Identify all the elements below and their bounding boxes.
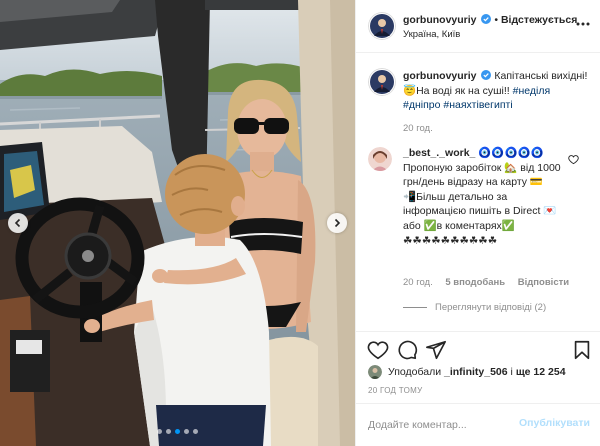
comment-input[interactable] bbox=[368, 415, 518, 435]
carousel-dot bbox=[157, 429, 162, 434]
heart-icon bbox=[367, 341, 389, 360]
comment-like-button[interactable] bbox=[568, 153, 579, 165]
post-header: gorbunovyuriy • Відстежується Україна, К… bbox=[356, 0, 600, 53]
liker-avatar[interactable] bbox=[368, 365, 382, 379]
reply-button[interactable]: Відповісти bbox=[518, 277, 569, 288]
more-dots-icon bbox=[576, 22, 590, 26]
comment-bubble-icon bbox=[398, 340, 418, 360]
carousel-dot bbox=[166, 429, 171, 434]
post-actions-bar bbox=[356, 331, 600, 366]
paper-plane-icon bbox=[426, 340, 446, 360]
carousel-indicator bbox=[0, 429, 355, 434]
bookmark-icon bbox=[574, 340, 590, 360]
chevron-left-icon bbox=[14, 218, 21, 228]
like-button[interactable] bbox=[367, 339, 389, 361]
publish-comment-button[interactable]: Опублікувати bbox=[519, 417, 590, 429]
comment-paragraph: Пропоную заробіток 🏡 від 1000 грн/день в… bbox=[403, 161, 561, 189]
liker-avatar-image bbox=[368, 365, 382, 379]
comment-likes-count[interactable]: 5 вподобань bbox=[445, 277, 505, 288]
commenter-avatar[interactable] bbox=[368, 147, 392, 171]
caption-timestamp: 20 год. bbox=[403, 123, 433, 134]
carousel-prev-button[interactable] bbox=[8, 213, 28, 233]
hashtag-link[interactable]: #дніпро bbox=[403, 99, 440, 111]
more-options-button[interactable] bbox=[574, 17, 592, 31]
carousel-dot bbox=[184, 429, 189, 434]
yacht-scene-image bbox=[0, 0, 355, 446]
likes-summary: Уподобали _infinity_506 і ще 12 254 bbox=[368, 365, 566, 379]
comment-timestamp: 20 год. bbox=[403, 277, 433, 288]
follow-status-button[interactable]: Відстежується bbox=[501, 14, 577, 26]
post-caption: gorbunovyuriy Капітанські вихідні! 😇На в… bbox=[403, 69, 588, 113]
comment-paragraph: 🧿🧿🧿🧿🧿 bbox=[478, 147, 544, 159]
verified-badge-icon bbox=[481, 14, 492, 24]
caption-username[interactable]: gorbunovyuriy bbox=[403, 70, 477, 82]
replies-divider bbox=[403, 307, 427, 308]
header-separator: • bbox=[494, 14, 499, 26]
instagram-post-view: gorbunovyuriy • Відстежується Україна, К… bbox=[0, 0, 600, 446]
post-side-panel: gorbunovyuriy • Відстежується Україна, К… bbox=[355, 0, 600, 446]
hashtag-link[interactable]: #наяхтівегипті bbox=[443, 99, 512, 111]
comment-paragraph: 📲Більш детально за інформацією пишіть в … bbox=[403, 190, 557, 232]
caption-author-avatar[interactable] bbox=[368, 68, 396, 96]
hashtag-link[interactable]: #неділя bbox=[513, 85, 551, 97]
comment-paragraph: ☘☘☘☘☘☘☘☘☘☘ bbox=[403, 234, 498, 247]
add-comment-form: Опублікувати bbox=[356, 403, 600, 446]
save-button[interactable] bbox=[571, 339, 593, 361]
author-avatar[interactable] bbox=[368, 12, 396, 40]
commenter-avatar-image bbox=[368, 147, 392, 171]
likes-conj: і bbox=[510, 366, 513, 378]
caption-avatar-image bbox=[368, 68, 396, 96]
author-avatar-image bbox=[368, 12, 396, 40]
carousel-next-button[interactable] bbox=[327, 213, 347, 233]
commenter-username[interactable]: _best_._work_ bbox=[403, 147, 475, 159]
post-photo[interactable] bbox=[0, 0, 355, 446]
view-replies-label: Переглянути відповіді (2) bbox=[435, 302, 547, 313]
comment-first-line: _best_._work_ 🧿🧿🧿🧿🧿 bbox=[403, 146, 571, 161]
likes-count[interactable]: ще 12 254 bbox=[516, 366, 566, 378]
header-title-line: gorbunovyuriy • Відстежується bbox=[403, 14, 577, 26]
chevron-right-icon bbox=[334, 218, 341, 228]
carousel-dot bbox=[193, 429, 198, 434]
liker-username[interactable]: _infinity_506 bbox=[444, 366, 508, 378]
author-username[interactable]: gorbunovyuriy bbox=[403, 14, 477, 26]
comments-list[interactable]: gorbunovyuriy Капітанські вихідні! 😇На в… bbox=[356, 53, 600, 331]
post-location[interactable]: Україна, Київ bbox=[403, 29, 460, 40]
comment-button[interactable] bbox=[396, 339, 418, 361]
comment-meta: 20 год. 5 вподобань Відповісти bbox=[403, 277, 579, 288]
carousel-dot bbox=[175, 429, 180, 434]
share-button[interactable] bbox=[425, 339, 447, 361]
heart-icon bbox=[568, 155, 579, 165]
view-replies-button[interactable]: Переглянути відповіді (2) bbox=[403, 302, 546, 313]
verified-badge-icon bbox=[481, 70, 492, 80]
post-timestamp: 20 ГОД ТОМУ bbox=[368, 386, 423, 395]
likes-prefix: Уподобали bbox=[388, 366, 442, 378]
comment-body: _best_._work_ 🧿🧿🧿🧿🧿 Пропоную заробіток 🏡… bbox=[403, 146, 571, 248]
